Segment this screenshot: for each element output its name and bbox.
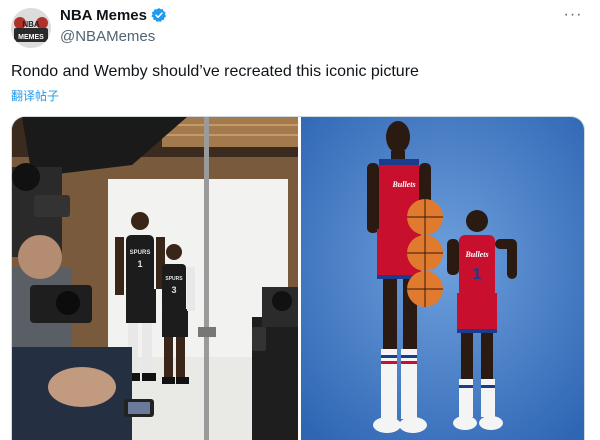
avatar-text-top: NBA xyxy=(22,20,40,29)
jersey-text-1: SPURS xyxy=(130,250,151,256)
bullets-jersey-text-2: Bullets xyxy=(464,250,488,259)
basketballs xyxy=(407,199,443,307)
more-options-icon[interactable]: ··· xyxy=(562,6,584,24)
bullets-jersey-number-2: 1 xyxy=(473,266,482,283)
bullets-jersey-text-1: Bullets xyxy=(391,180,415,189)
verified-badge-icon xyxy=(151,7,167,23)
jersey-number-2: 3 xyxy=(171,285,176,295)
photo-media-day[interactable]: SPURS 1 SPURS 3 xyxy=(12,117,298,440)
tweet-text: Rondo and Wemby should’ve recreated this… xyxy=(11,63,419,80)
author-handle[interactable]: @NBAMemes xyxy=(60,28,167,45)
tweet-media[interactable]: SPURS 1 SPURS 3 Bullets Bullets 1 xyxy=(11,116,585,440)
avatar-text-bottom: MEMES xyxy=(18,34,44,41)
jersey-number-1: 1 xyxy=(137,259,142,269)
jersey-text-2: SPURS xyxy=(165,276,183,282)
author-block: NBA Memes @NBAMemes xyxy=(60,5,167,45)
translate-post-link[interactable]: 翻译帖子 xyxy=(11,87,59,104)
author-name[interactable]: NBA Memes xyxy=(60,7,147,24)
avatar[interactable]: NBA MEMES xyxy=(11,8,51,48)
photo-classic-bullets[interactable]: Bullets Bullets 1 xyxy=(301,117,584,440)
